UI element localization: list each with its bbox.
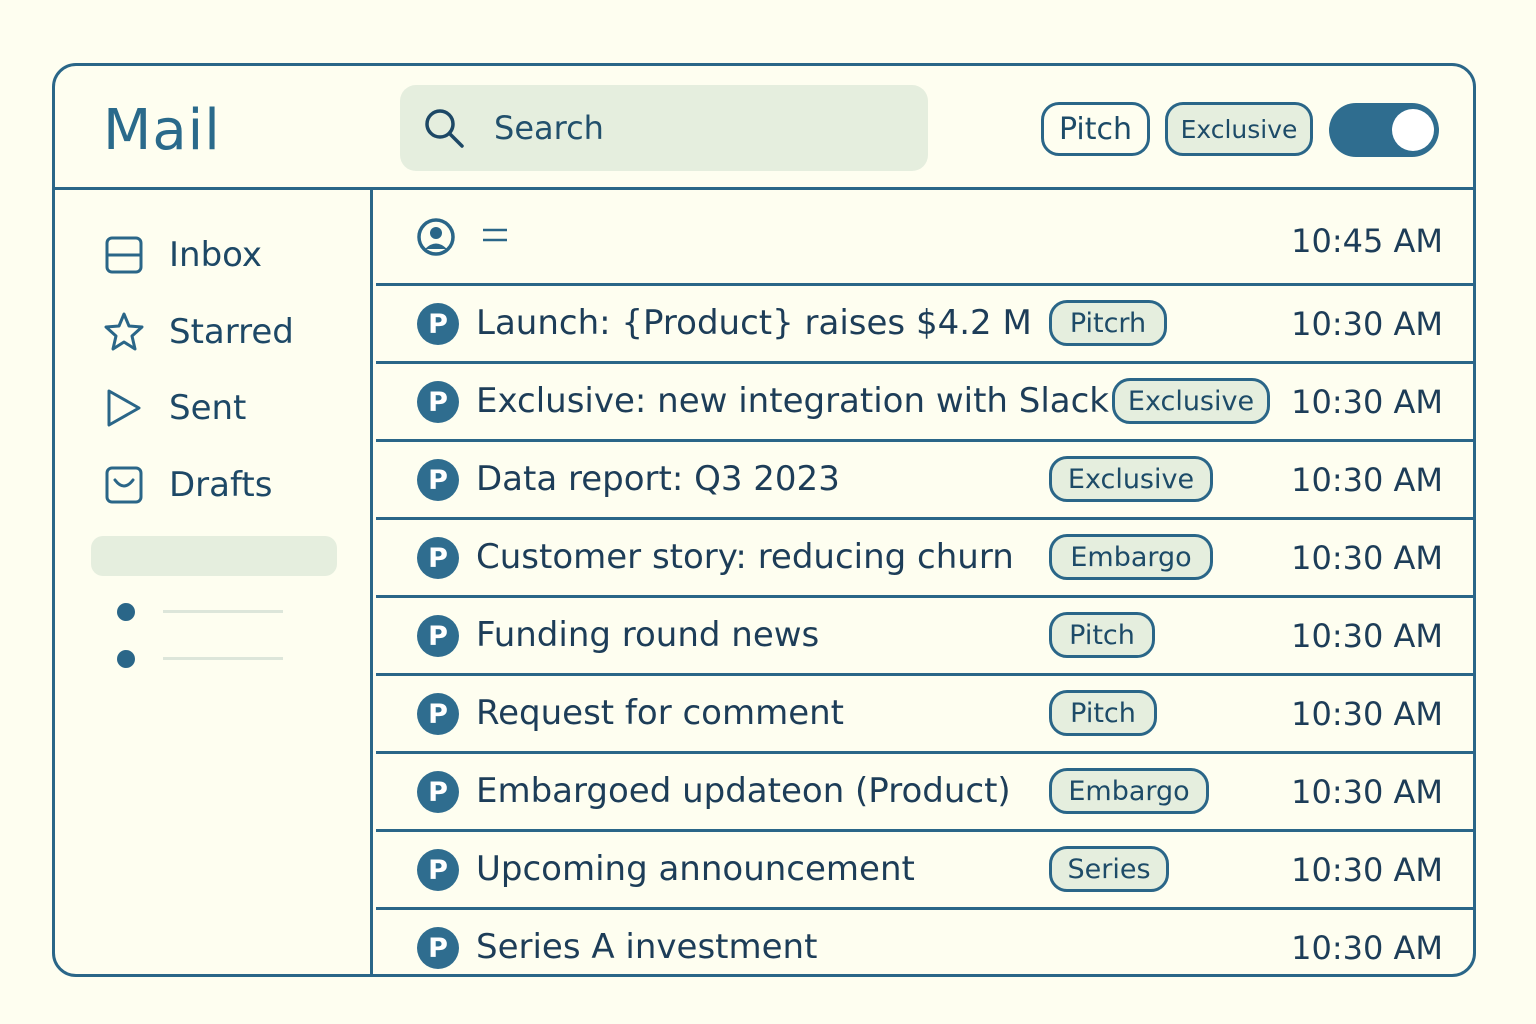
message-row[interactable]: P Data report: Q3 2023 Exclusive 10:30 A… bbox=[376, 442, 1473, 520]
message-subject: Data report: Q3 2023 bbox=[476, 459, 840, 499]
avatar: P bbox=[417, 459, 459, 501]
message-subject: Embargoed updateon (Product) bbox=[476, 771, 1011, 811]
message-time: 10:30 AM bbox=[1291, 773, 1443, 811]
search-icon bbox=[425, 109, 464, 148]
filter-chip-pitch[interactable]: Pitch bbox=[1041, 102, 1150, 156]
inbox-icon bbox=[105, 236, 143, 274]
message-time: 10:30 AM bbox=[1291, 383, 1443, 421]
message-tag[interactable]: Pitch bbox=[1049, 690, 1157, 736]
message-row[interactable]: P Funding round news Pitch 10:30 AM bbox=[376, 598, 1473, 676]
avatar: P bbox=[417, 615, 459, 657]
message-time: 10:30 AM bbox=[1291, 305, 1443, 343]
user-icon[interactable] bbox=[417, 218, 455, 256]
message-row[interactable]: P Launch: {Product} raises $4.2 M Pitcrh… bbox=[376, 286, 1473, 364]
message-tag[interactable]: Exclusive bbox=[1112, 378, 1270, 424]
sidebar-item-sent[interactable]: Sent bbox=[103, 383, 246, 433]
sidebar-dot bbox=[117, 650, 135, 668]
sidebar: Inbox Starred Sent Drafts bbox=[55, 190, 373, 974]
message-subject: Request for comment bbox=[476, 693, 845, 733]
sidebar-item-inbox[interactable]: Inbox bbox=[103, 230, 262, 280]
avatar: P bbox=[417, 927, 459, 969]
search-bar[interactable]: Search bbox=[400, 85, 928, 171]
list-header-row: 10:45 AM bbox=[376, 190, 1473, 286]
sidebar-placeholder-line bbox=[163, 610, 283, 613]
message-subject: Series A investment bbox=[476, 927, 818, 967]
message-time: 10:30 AM bbox=[1291, 929, 1443, 967]
message-tag[interactable]: Exclusive bbox=[1049, 456, 1213, 502]
message-tag[interactable]: Embargo bbox=[1049, 768, 1209, 814]
sidebar-placeholder-bar bbox=[91, 536, 337, 576]
sidebar-dot bbox=[117, 603, 135, 621]
filter-chip-exclusive[interactable]: Exclusive bbox=[1165, 102, 1313, 156]
message-subject: Launch: {Product} raises $4.2 M bbox=[476, 303, 1032, 343]
sidebar-item-label: Drafts bbox=[169, 465, 273, 505]
avatar: P bbox=[417, 303, 459, 345]
toggle-knob bbox=[1392, 109, 1434, 151]
app-title: Mail bbox=[103, 98, 221, 163]
message-tag[interactable]: Pitcrh bbox=[1049, 300, 1167, 346]
avatar: P bbox=[417, 381, 459, 423]
avatar: P bbox=[417, 537, 459, 579]
message-time: 10:45 AM bbox=[1291, 222, 1443, 260]
message-subject: Customer story: reducing churn bbox=[476, 537, 1014, 577]
app-header: Mail Search Pitch Exclusive bbox=[55, 66, 1473, 190]
message-time: 10:30 AM bbox=[1291, 851, 1443, 889]
message-row[interactable]: P Upcoming announcement Series 10:30 AM bbox=[376, 832, 1473, 910]
avatar: P bbox=[417, 771, 459, 813]
message-row[interactable]: P Exclusive: new integration with Slack … bbox=[376, 364, 1473, 442]
message-subject: Funding round news bbox=[476, 615, 820, 655]
avatar: P bbox=[417, 693, 459, 735]
sidebar-item-label: Starred bbox=[169, 312, 294, 352]
message-tag[interactable]: Series bbox=[1049, 846, 1169, 892]
message-tag[interactable]: Pitch bbox=[1049, 612, 1155, 658]
mail-window: Mail Search Pitch Exclusive Inbox Starre… bbox=[52, 63, 1476, 977]
avatar: P bbox=[417, 849, 459, 891]
message-subject: Exclusive: new integration with Slack bbox=[476, 381, 1110, 421]
star-icon bbox=[104, 312, 144, 351]
message-row[interactable]: P Embargoed updateon (Product) Embargo 1… bbox=[376, 754, 1473, 832]
toggle-switch[interactable] bbox=[1329, 103, 1439, 157]
sidebar-item-label: Sent bbox=[169, 388, 247, 428]
message-list: 10:45 AM P Launch: {Product} raises $4.2… bbox=[376, 190, 1473, 974]
message-time: 10:30 AM bbox=[1291, 695, 1443, 733]
message-row[interactable]: P Request for comment Pitch 10:30 AM bbox=[376, 676, 1473, 754]
sidebar-item-drafts[interactable]: Drafts bbox=[103, 460, 272, 510]
message-row[interactable]: P Series A investment 10:30 AM bbox=[376, 910, 1473, 974]
sidebar-item-starred[interactable]: Starred bbox=[103, 307, 294, 357]
message-time: 10:30 AM bbox=[1291, 461, 1443, 499]
sidebar-item-label: Inbox bbox=[169, 235, 263, 275]
sidebar-placeholder-line bbox=[163, 657, 283, 660]
message-subject: Upcoming announcement bbox=[476, 849, 915, 889]
message-time: 10:30 AM bbox=[1291, 617, 1443, 655]
search-input[interactable]: Search bbox=[494, 109, 604, 147]
message-tag[interactable]: Embargo bbox=[1049, 534, 1213, 580]
drafts-icon bbox=[105, 466, 143, 504]
send-icon bbox=[107, 389, 141, 427]
message-time: 10:30 AM bbox=[1291, 539, 1443, 577]
menu-icon[interactable] bbox=[481, 226, 509, 246]
message-row[interactable]: P Customer story: reducing churn Embargo… bbox=[376, 520, 1473, 598]
